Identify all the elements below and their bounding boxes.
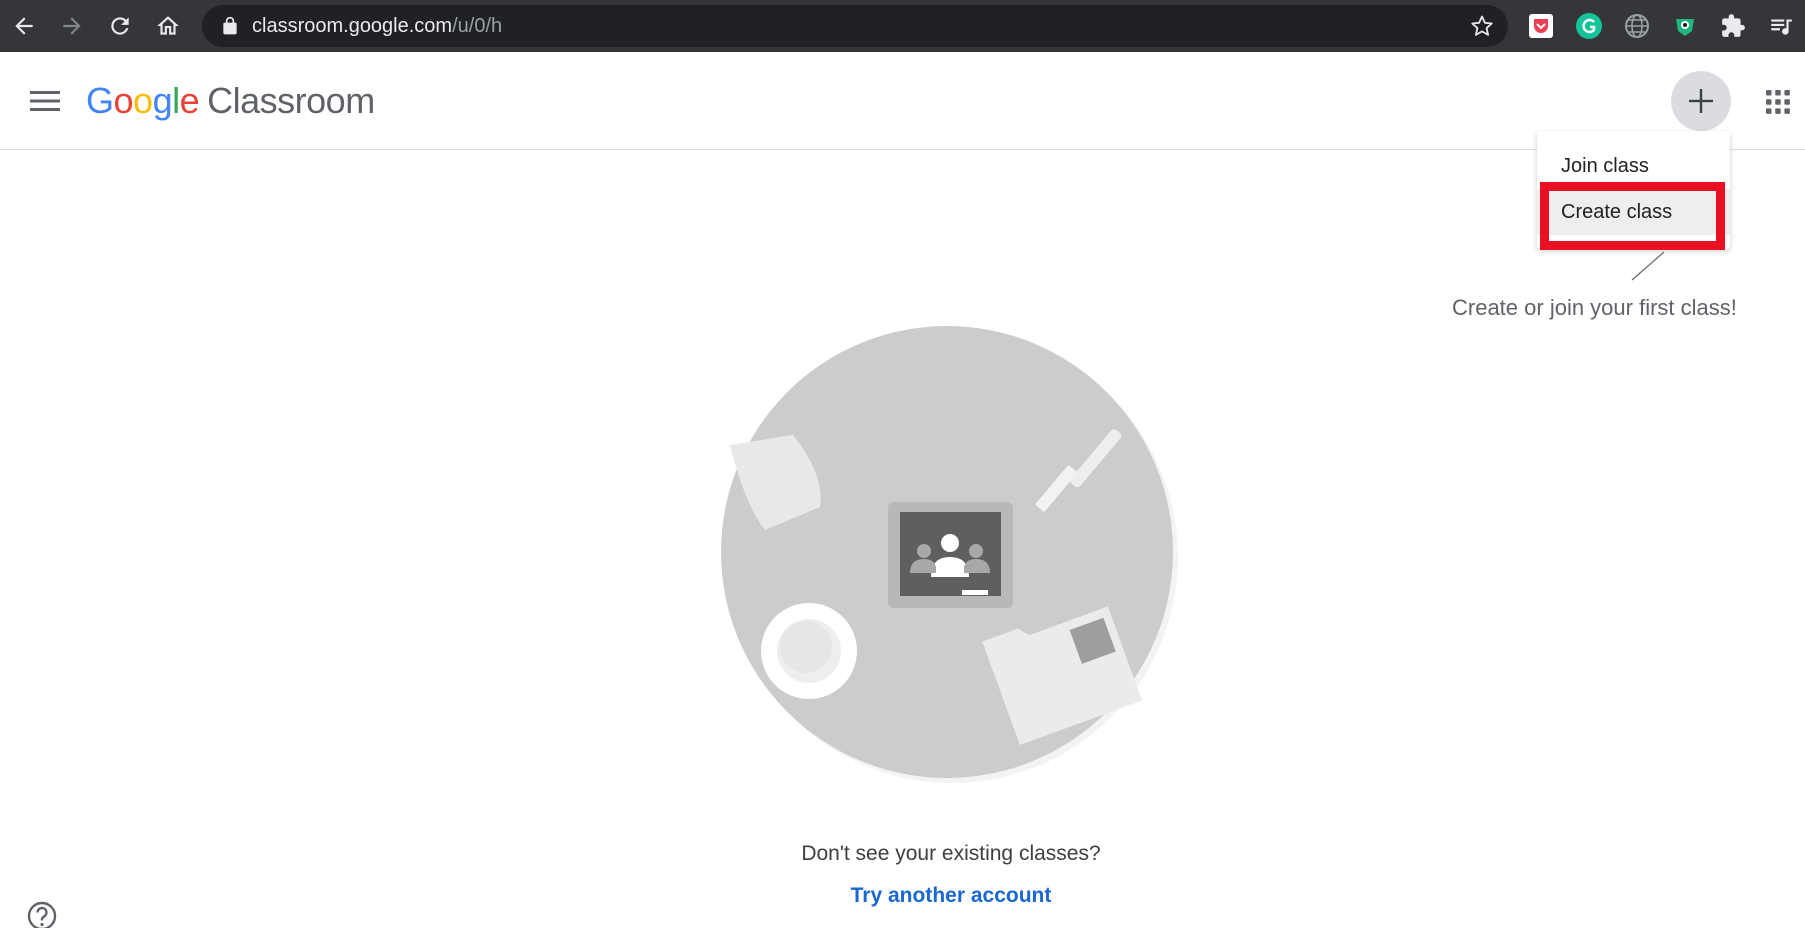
logo-letter: G — [86, 80, 114, 121]
product-name: Classroom — [207, 80, 375, 121]
url-path: /u/0/h — [452, 15, 503, 37]
forward-button[interactable] — [52, 6, 92, 46]
apps-grid-icon — [1766, 90, 1790, 114]
extensions-icon[interactable] — [1717, 10, 1749, 42]
logo-letter: o — [133, 80, 153, 121]
hint-pointer-line — [1631, 251, 1665, 281]
classroom-board — [900, 512, 1001, 596]
back-button[interactable] — [4, 6, 44, 46]
reload-icon — [111, 17, 129, 35]
lock-icon[interactable] — [220, 16, 240, 36]
browser-toolbar: classroom.google.com/u/0/h — [0, 0, 1805, 52]
create-or-join-button[interactable] — [1671, 71, 1731, 131]
logo-letter: o — [113, 80, 134, 121]
logo-letter: e — [179, 80, 200, 121]
hamburger-icon — [30, 91, 60, 111]
try-another-account-link[interactable]: Try another account — [0, 884, 1805, 908]
empty-classroom-illustration — [721, 326, 1178, 783]
pocket-extension-icon[interactable] — [1525, 10, 1557, 42]
home-icon — [157, 16, 179, 35]
eye-extension-icon[interactable] — [1669, 10, 1701, 42]
help-icon[interactable] — [26, 900, 58, 928]
reload-button[interactable] — [100, 6, 140, 46]
google-apps-button[interactable] — [1758, 82, 1798, 122]
back-icon — [15, 17, 33, 35]
home-button[interactable] — [148, 6, 188, 46]
address-bar[interactable]: classroom.google.com/u/0/h — [202, 5, 1508, 47]
logo-letter: l — [172, 80, 180, 121]
main-menu-button[interactable] — [20, 76, 70, 126]
create-class-menu-item[interactable]: Create class — [1537, 189, 1730, 235]
create-join-menu: Join class Create class — [1537, 131, 1730, 249]
forward-icon — [63, 17, 81, 35]
url-host: classroom.google.com — [252, 15, 453, 37]
missing-classes-question: Don't see your existing classes? — [801, 842, 1101, 865]
onboarding-hint: Create or join your first class! — [1452, 295, 1737, 320]
grammarly-extension-icon[interactable] — [1573, 10, 1605, 42]
join-class-menu-item[interactable]: Join class — [1537, 143, 1730, 189]
plus-icon — [1689, 89, 1713, 113]
reading-list-icon[interactable] — [1765, 10, 1797, 42]
globe-extension-icon[interactable] — [1621, 10, 1653, 42]
logo-letter: g — [152, 80, 173, 121]
url-text[interactable]: classroom.google.com/u/0/h — [252, 15, 502, 37]
google-classroom-logo[interactable]: Google Classroom — [86, 79, 375, 123]
star-icon[interactable] — [1470, 14, 1494, 38]
app-header: Google Classroom — [0, 52, 1805, 150]
